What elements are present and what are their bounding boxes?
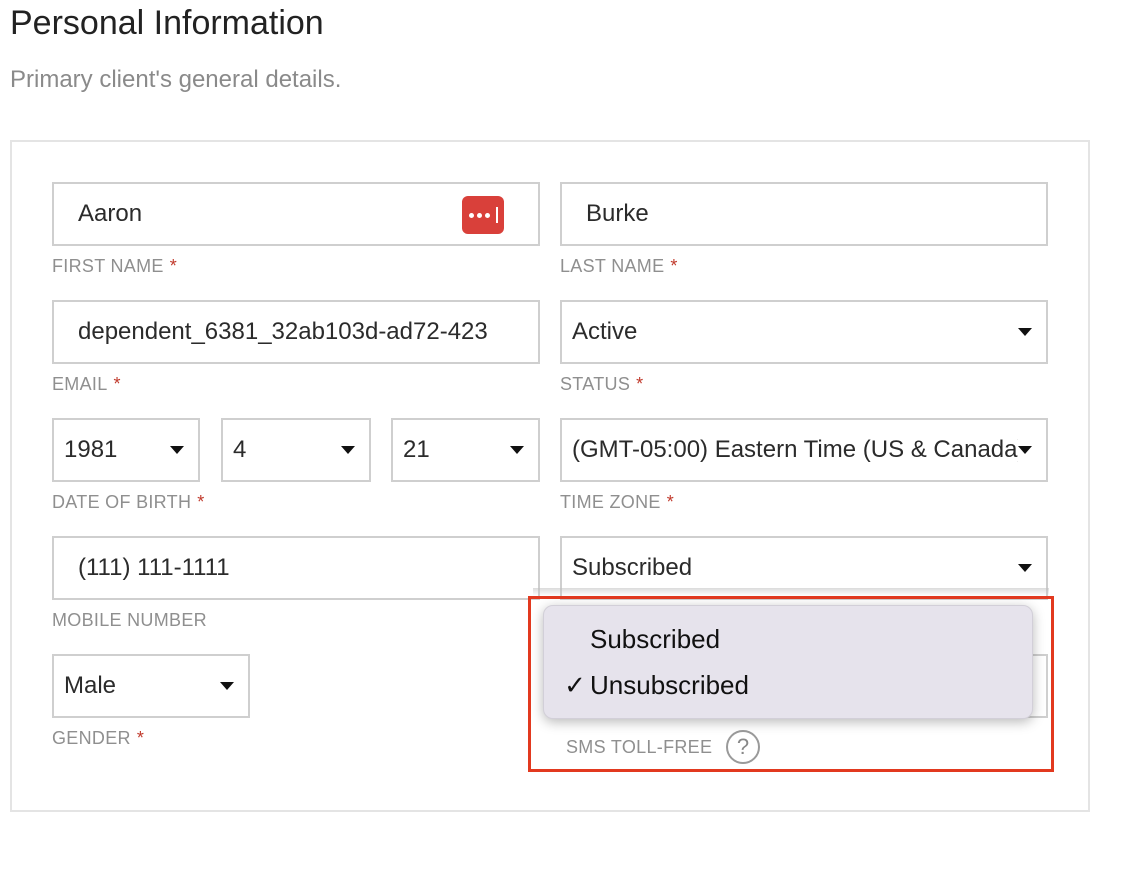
status-label: STATUS * <box>560 374 644 394</box>
dropdown-shadow <box>533 588 1049 596</box>
mobile-number-label: MOBILE NUMBER <box>52 610 207 630</box>
menu-option-unsubscribed[interactable]: ✓ Unsubscribed <box>544 670 749 701</box>
page-title: Personal Information <box>10 4 324 42</box>
dob-month-value: 4 <box>233 436 247 463</box>
last-name-input[interactable]: Burke <box>560 182 1048 246</box>
caret-down-icon <box>220 682 234 690</box>
caret-down-icon <box>341 446 355 454</box>
dob-year-select[interactable]: 1981 <box>52 418 200 482</box>
status-select[interactable]: Active <box>560 300 1048 364</box>
caret-down-icon <box>510 446 524 454</box>
email-value: dependent_6381_32ab103d-ad72-423 <box>78 318 488 345</box>
caret-down-icon <box>1018 446 1032 454</box>
first-name-label: FIRST NAME * <box>52 256 177 276</box>
sms-subscription-menu: Subscribed ✓ Unsubscribed <box>543 605 1033 719</box>
email-input[interactable]: dependent_6381_32ab103d-ad72-423 <box>52 300 540 364</box>
caret-down-icon <box>170 446 184 454</box>
time-zone-label: TIME ZONE * <box>560 492 675 512</box>
mobile-number-input[interactable]: (111) 111-1111 <box>52 536 540 600</box>
dob-day-value: 21 <box>403 436 430 463</box>
dob-label: DATE OF BIRTH * <box>52 492 205 512</box>
email-label: EMAIL * <box>52 374 121 394</box>
caret-down-icon <box>1018 564 1032 572</box>
checkmark-icon: ✓ <box>564 670 586 700</box>
dob-month-select[interactable]: 4 <box>221 418 371 482</box>
caret-down-icon <box>1018 328 1032 336</box>
first-name-value: Aaron <box>78 200 143 227</box>
last-name-label: LAST NAME * <box>560 256 678 276</box>
first-name-input[interactable]: Aaron <box>52 182 540 246</box>
time-zone-select[interactable]: (GMT-05:00) Eastern Time (US & Canada) <box>560 418 1048 482</box>
status-value: Active <box>572 318 638 345</box>
gender-label: GENDER * <box>52 728 145 748</box>
page-subtitle: Primary client's general details. <box>10 66 342 93</box>
gender-value: Male <box>64 672 117 699</box>
password-manager-icon[interactable] <box>462 196 504 234</box>
gender-select[interactable]: Male <box>52 654 250 718</box>
time-zone-value: (GMT-05:00) Eastern Time (US & Canada) <box>572 436 1018 463</box>
dob-day-select[interactable]: 21 <box>391 418 540 482</box>
sms-subscription-value: Subscribed <box>572 554 693 581</box>
menu-option-subscribed[interactable]: Subscribed <box>544 624 720 655</box>
dob-year-value: 1981 <box>64 436 118 463</box>
mobile-number-value: (111) 111-1111 <box>78 554 230 581</box>
last-name-value: Burke <box>586 200 649 227</box>
